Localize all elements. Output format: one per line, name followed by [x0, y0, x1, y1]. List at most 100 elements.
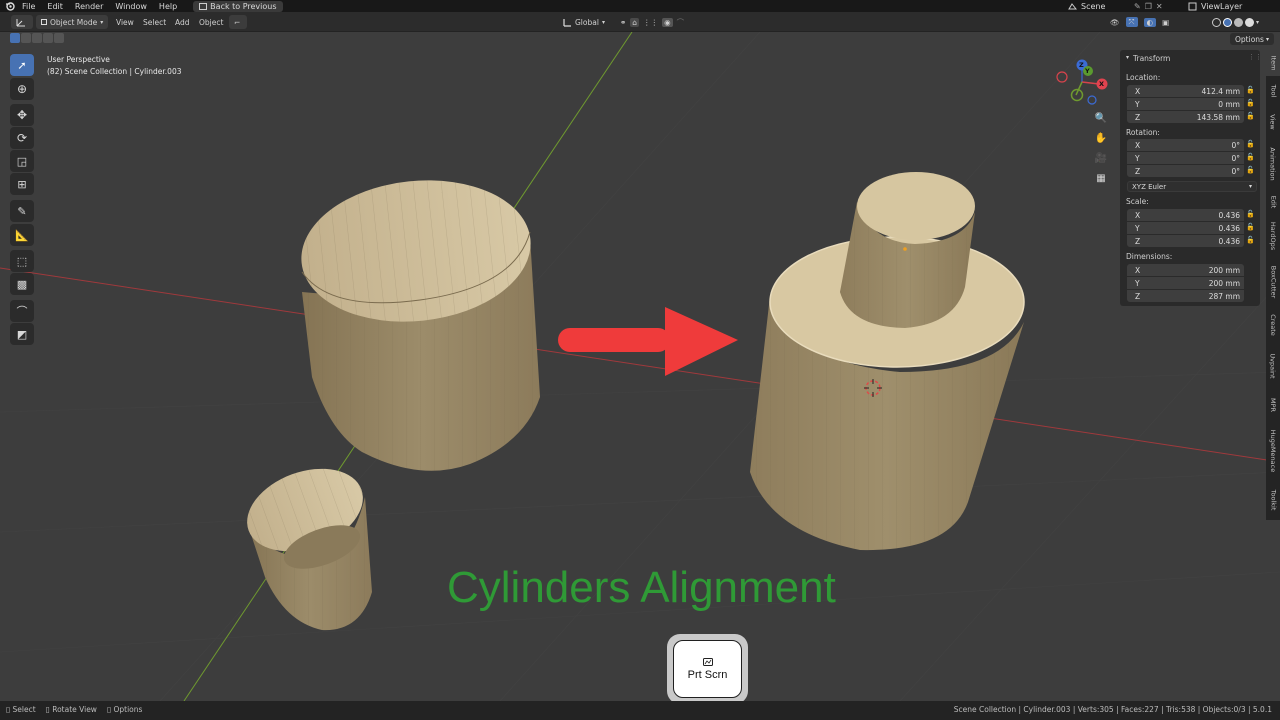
perspective-toggle-button[interactable]: ▦ — [1092, 169, 1110, 187]
snap-target-icon[interactable]: ⋮⋮ — [643, 18, 658, 27]
copy-icon[interactable]: ❐ — [1145, 2, 1152, 11]
back-to-previous-label: Back to Previous — [210, 1, 277, 11]
menu-view[interactable]: View — [116, 15, 134, 29]
lock-icon[interactable]: 🔓 — [1246, 236, 1255, 246]
orientation-dropdown[interactable]: Global ▾ — [563, 15, 605, 29]
select-tool-button[interactable]: ➚ — [10, 54, 34, 76]
tab-toolkit[interactable]: Toolkit — [1266, 482, 1280, 518]
menu-object[interactable]: Object — [199, 15, 223, 29]
annotate-tool-button[interactable]: ✎ — [10, 200, 34, 222]
select-extend-icon[interactable] — [21, 33, 31, 43]
measure-tool-button[interactable]: 📐 — [10, 224, 34, 246]
lock-icon[interactable]: 🔓 — [1246, 223, 1255, 233]
move-tool-button[interactable]: ✥ — [10, 104, 34, 126]
lock-icon[interactable]: 🔓 — [1246, 166, 1255, 176]
view-layer-selector[interactable]: ViewLayer — [1188, 0, 1242, 12]
rotate-tool-button[interactable]: ⟳ — [10, 127, 34, 149]
location-x-field[interactable]: X 412.4 mm — [1127, 85, 1244, 97]
menu-render[interactable]: Render — [69, 2, 109, 11]
camera-button[interactable]: 🎥 — [1092, 149, 1110, 167]
menu-file[interactable]: File — [16, 2, 41, 11]
lock-icon[interactable]: 🔓 — [1246, 153, 1255, 163]
lock-icon[interactable]: 🔓 — [1246, 210, 1255, 220]
tab-item[interactable]: Item — [1266, 50, 1280, 76]
rotation-x-field[interactable]: X 0° — [1127, 139, 1244, 151]
3d-viewport[interactable]: Z X Y User Perspective (82) Scene Collec… — [0, 32, 1280, 701]
menu-window[interactable]: Window — [109, 2, 153, 11]
wireframe-shading-icon[interactable] — [1212, 17, 1221, 27]
lock-icon[interactable]: 🔓 — [1246, 99, 1255, 109]
curve-tool-button[interactable]: ⌒ — [10, 300, 34, 322]
tab-hardops[interactable]: HardOps — [1266, 216, 1280, 256]
pin-icon[interactable]: ✎ — [1134, 2, 1141, 11]
tab-edit[interactable]: Edit — [1266, 190, 1280, 214]
transform-header[interactable]: ▾ Transform — [1126, 54, 1170, 63]
rendered-shading-icon[interactable] — [1245, 17, 1254, 27]
cursor-tool-button[interactable]: ⊕ — [10, 78, 34, 100]
tab-animation[interactable]: Animation — [1266, 140, 1280, 188]
proportional-edit-icon[interactable]: ◉ — [662, 17, 673, 27]
dimensions-x-field[interactable]: X 200 mm — [1127, 264, 1244, 276]
lock-icon[interactable]: 🔓 — [1246, 112, 1255, 122]
scale-tool-button[interactable]: ◲ — [10, 150, 34, 172]
select-subtract-icon[interactable] — [32, 33, 42, 43]
tab-boxcutter[interactable]: BoxCutter — [1266, 258, 1280, 306]
snap-icon[interactable]: ⌂ — [630, 17, 640, 27]
gizmo-x-label[interactable]: X — [1099, 80, 1104, 88]
boxcutter-tool-button[interactable]: ◩ — [10, 323, 34, 345]
tab-hugemenace[interactable]: HugeMenace — [1266, 422, 1280, 480]
add-cube-tool-button[interactable]: ⬚ — [10, 250, 34, 272]
pivot-icon[interactable]: ⚭ — [620, 18, 626, 27]
xray-icon[interactable]: ▣ — [1162, 18, 1169, 27]
mode-dropdown[interactable]: Object Mode ▾ — [36, 15, 109, 29]
tab-uvpaint[interactable]: Uvpaint — [1266, 344, 1280, 388]
back-to-previous-button[interactable]: Back to Previous — [193, 0, 283, 12]
tab-mpr[interactable]: MPR — [1266, 390, 1280, 420]
tab-tool[interactable]: Tool — [1266, 78, 1280, 104]
lock-icon[interactable]: 🔓 — [1246, 140, 1255, 150]
measure-icon: 📐 — [15, 228, 29, 242]
scale-z-field[interactable]: Z 0.436 — [1127, 235, 1244, 247]
menu-edit[interactable]: Edit — [41, 2, 69, 11]
location-x-value: 412.4 mm — [1201, 86, 1240, 96]
gizmo-z-label[interactable]: Z — [1079, 61, 1084, 69]
tab-view[interactable]: View — [1266, 106, 1280, 138]
menu-help[interactable]: Help — [153, 2, 183, 11]
blender-logo-icon[interactable] — [4, 0, 16, 12]
select-intersect-icon[interactable] — [54, 33, 64, 43]
gizmo-y-label[interactable]: Y — [1085, 67, 1090, 75]
falloff-icon[interactable]: ⌒ — [677, 17, 685, 28]
chevron-down-icon[interactable]: ▾ — [1256, 19, 1259, 26]
lock-icon[interactable]: 🔓 — [1246, 86, 1255, 96]
scale-y-field[interactable]: Y 0.436 — [1127, 222, 1244, 234]
select-invert-icon[interactable] — [43, 33, 53, 43]
editor-type-dropdown[interactable] — [11, 15, 33, 29]
gizmo-toggle-icon[interactable]: ⤧ — [1125, 17, 1138, 27]
solid-shading-icon[interactable] — [1223, 17, 1232, 27]
close-icon[interactable]: ✕ — [1156, 2, 1163, 11]
tab-create[interactable]: Create — [1266, 308, 1280, 342]
drag-handle-icon[interactable]: ⋮⋮ — [1248, 53, 1262, 61]
pan-button[interactable]: ✋ — [1092, 129, 1110, 147]
dimensions-y-field[interactable]: Y 200 mm — [1127, 277, 1244, 289]
zoom-button[interactable]: 🔍 — [1092, 109, 1110, 127]
material-shading-icon[interactable] — [1234, 17, 1243, 27]
transform-tool-button[interactable]: ⊞ — [10, 173, 34, 195]
select-new-icon[interactable] — [10, 33, 20, 43]
hardops-tool-button[interactable]: ▩ — [10, 273, 34, 295]
dimensions-z-field[interactable]: Z 287 mm — [1127, 290, 1244, 302]
object-extra-dropdown[interactable]: ⌐ — [229, 15, 247, 29]
menu-select[interactable]: Select — [143, 15, 166, 29]
scale-x-field[interactable]: X 0.436 — [1127, 209, 1244, 221]
rotation-y-field[interactable]: Y 0° — [1127, 152, 1244, 164]
menu-add[interactable]: Add — [175, 15, 190, 29]
scene-selector[interactable]: Scene — [1068, 0, 1105, 12]
options-button[interactable]: Options ▾ — [1230, 33, 1274, 45]
location-y-field[interactable]: Y 0 mm — [1127, 98, 1244, 110]
overlay-toggle-icon[interactable]: ◐ — [1143, 17, 1157, 27]
status-hint-options: ▯ Options — [107, 705, 142, 714]
visibility-icon[interactable]: 👁 — [1110, 18, 1120, 27]
rotation-z-field[interactable]: Z 0° — [1127, 165, 1244, 177]
rotation-mode-dropdown[interactable]: XYZ Euler ▾ — [1127, 181, 1257, 192]
location-z-field[interactable]: Z 143.58 mm — [1127, 111, 1244, 123]
